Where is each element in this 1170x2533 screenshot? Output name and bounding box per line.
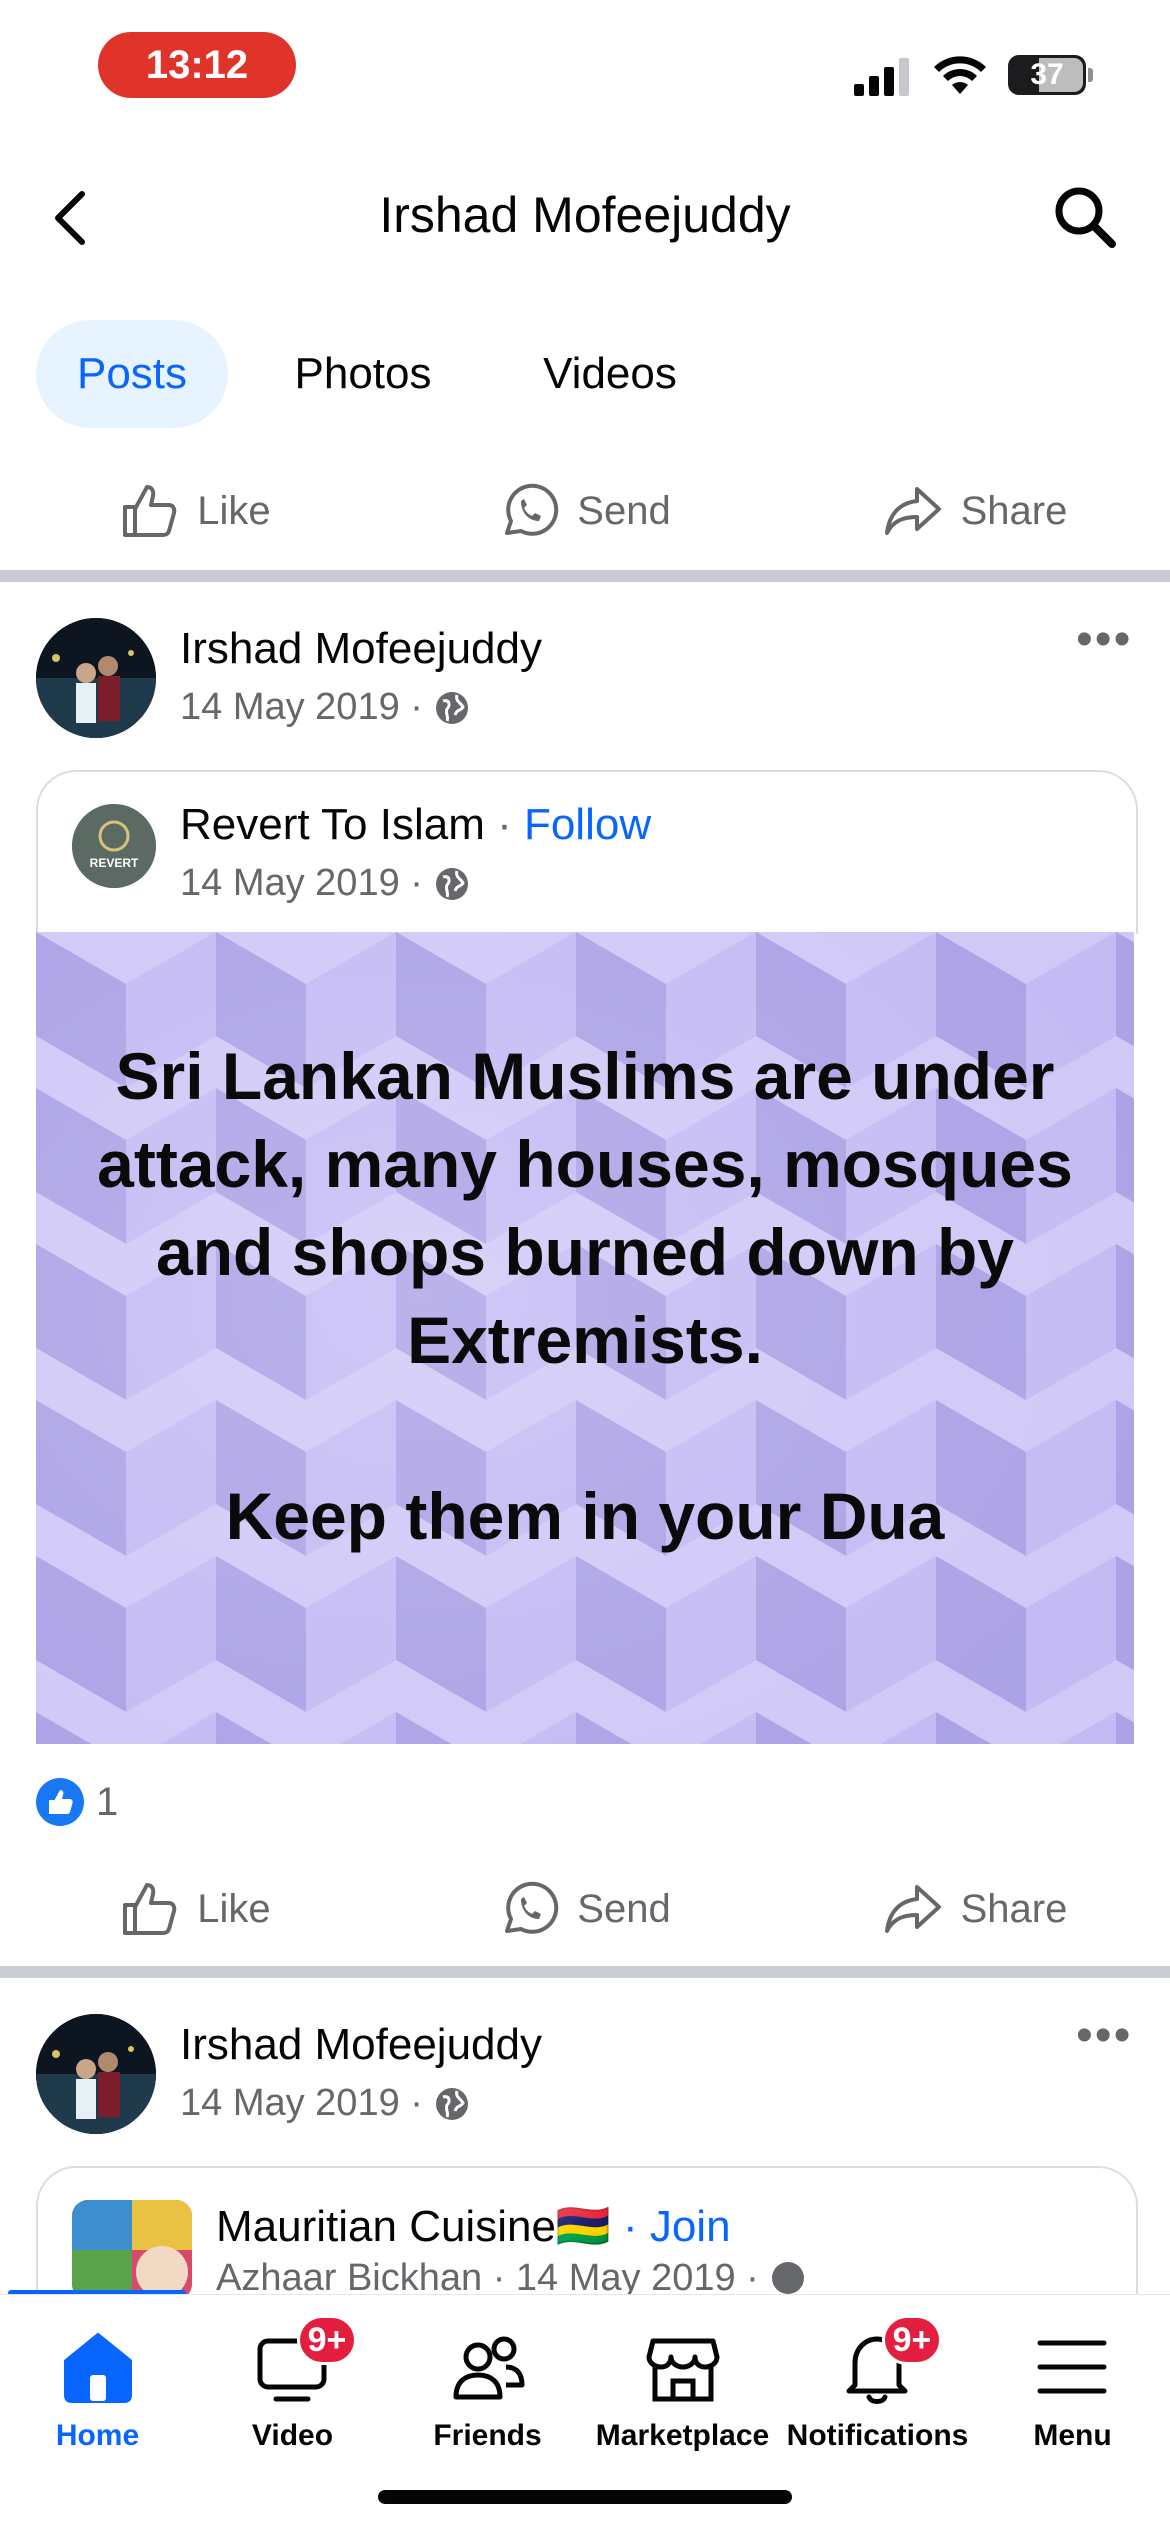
post-image[interactable]: Sri Lankan Muslims are under attack, man… [36, 932, 1134, 1744]
tab-posts[interactable]: Posts [36, 320, 228, 428]
search-button[interactable] [1052, 184, 1118, 250]
section-divider [0, 570, 1170, 582]
group-avatar[interactable] [72, 2200, 192, 2300]
nav-marketplace-label: Marketplace [595, 2419, 770, 2452]
more-options-icon[interactable]: ••• [1076, 2008, 1132, 2063]
globe-icon [435, 2087, 468, 2120]
status-time: 13:12 [98, 32, 296, 98]
tab-photos[interactable]: Photos [258, 320, 468, 428]
nav-marketplace[interactable]: Marketplace [585, 2295, 780, 2495]
share-button[interactable]: Share [780, 456, 1170, 566]
post-action-row: Like Send Share [0, 1854, 1170, 1964]
like-label: Like [197, 1886, 271, 1931]
post-date: 14 May 2019 · [180, 686, 423, 728]
name-separator: · [484, 800, 524, 849]
whatsapp-icon [505, 483, 559, 536]
post-author-name[interactable]: Irshad Mofeejuddy [180, 2020, 542, 2070]
group-post-meta: Azhaar Bickhan · 14 May 2019 · [216, 2262, 807, 2294]
like-reaction-icon[interactable] [36, 1778, 84, 1826]
battery-level: 37 [1030, 58, 1064, 91]
share-arrow-icon [884, 487, 941, 535]
page-title: Irshad Mofeejuddy [379, 187, 791, 243]
nav-friends[interactable]: Friends [390, 2295, 585, 2495]
post-meta: 14 May 2019 · [180, 686, 471, 729]
like-button[interactable]: Like [0, 456, 390, 566]
post-date: 14 May 2019 · [180, 2082, 423, 2124]
section-divider [0, 1966, 1170, 1978]
reaction-count[interactable]: 1 [96, 1780, 118, 1825]
nav-video-label: Video [251, 2419, 334, 2452]
post-image-text: Sri Lankan Muslims are under attack, man… [97, 1039, 1073, 1553]
globe-icon [771, 2262, 804, 2294]
group-post-subline: Azhaar Bickhan · 14 May 2019 · [216, 2262, 759, 2294]
share-label: Share [960, 1886, 1068, 1931]
send-label: Send [577, 488, 671, 533]
search-icon [1055, 187, 1116, 248]
video-badge: 9+ [297, 2315, 357, 2365]
page-avatar-text: REVERT [89, 856, 139, 870]
globe-icon [435, 691, 468, 724]
group-name[interactable]: Mauritian Cuisine🇲🇺 [216, 2202, 611, 2251]
shared-post-meta: 14 May 2019 · [180, 862, 471, 905]
home-indicator [378, 2490, 792, 2504]
thumbs-up-icon [123, 1883, 177, 1935]
shared-page-name[interactable]: Revert To Islam [180, 800, 485, 849]
marketplace-icon [646, 2338, 720, 2402]
thumbs-up-icon [123, 485, 177, 537]
post-author-name[interactable]: Irshad Mofeejuddy [180, 624, 542, 674]
shared-post-card[interactable] [36, 770, 1138, 934]
friends-icon [453, 2336, 525, 2400]
share-button[interactable]: Share [780, 1854, 1170, 1964]
whatsapp-icon [505, 1881, 559, 1934]
share-label: Share [960, 488, 1068, 533]
more-options-icon[interactable]: ••• [1076, 612, 1132, 667]
nav-home-label: Home [55, 2419, 140, 2452]
share-arrow-icon [884, 1885, 941, 1933]
page-avatar[interactable]: REVERT [72, 804, 156, 888]
nav-video[interactable]: 9+ Video [195, 2295, 390, 2495]
shared-post-date: 14 May 2019 · [180, 862, 423, 904]
send-label: Send [577, 1886, 671, 1931]
like-button[interactable]: Like [0, 1854, 390, 1964]
like-label: Like [197, 488, 271, 533]
group-name-line: Mauritian Cuisine🇲🇺 · Join [216, 2200, 731, 2252]
send-button[interactable]: Send [390, 1854, 780, 1964]
nav-home[interactable]: Home [0, 2295, 195, 2495]
wifi-icon [932, 54, 988, 96]
shared-page-line: Revert To Islam · Follow [180, 800, 651, 850]
hamburger-menu-icon [1037, 2340, 1107, 2394]
home-icon [64, 2333, 132, 2403]
author-avatar[interactable] [36, 618, 156, 738]
tab-videos[interactable]: Videos [508, 320, 712, 428]
nav-friends-label: Friends [433, 2419, 542, 2452]
post-meta: 14 May 2019 · [180, 2082, 471, 2125]
nav-menu-label: Menu [1033, 2419, 1112, 2452]
cellular-signal-icon [852, 58, 914, 96]
follow-button[interactable]: Follow [524, 800, 651, 849]
nav-notifications-label: Notifications [786, 2419, 969, 2452]
header-action-row: Like Send Share [0, 456, 1170, 566]
nav-menu[interactable]: Menu [975, 2295, 1170, 2495]
author-avatar[interactable] [36, 2014, 156, 2134]
battery-tip [1088, 68, 1093, 82]
globe-icon [435, 867, 468, 900]
nav-notifications[interactable]: 9+ Notifications [780, 2295, 975, 2495]
join-button[interactable]: · Join [623, 2202, 731, 2251]
battery-icon: 37 [1008, 55, 1086, 95]
send-button[interactable]: Send [390, 456, 780, 566]
notifications-badge: 9+ [882, 2315, 942, 2365]
